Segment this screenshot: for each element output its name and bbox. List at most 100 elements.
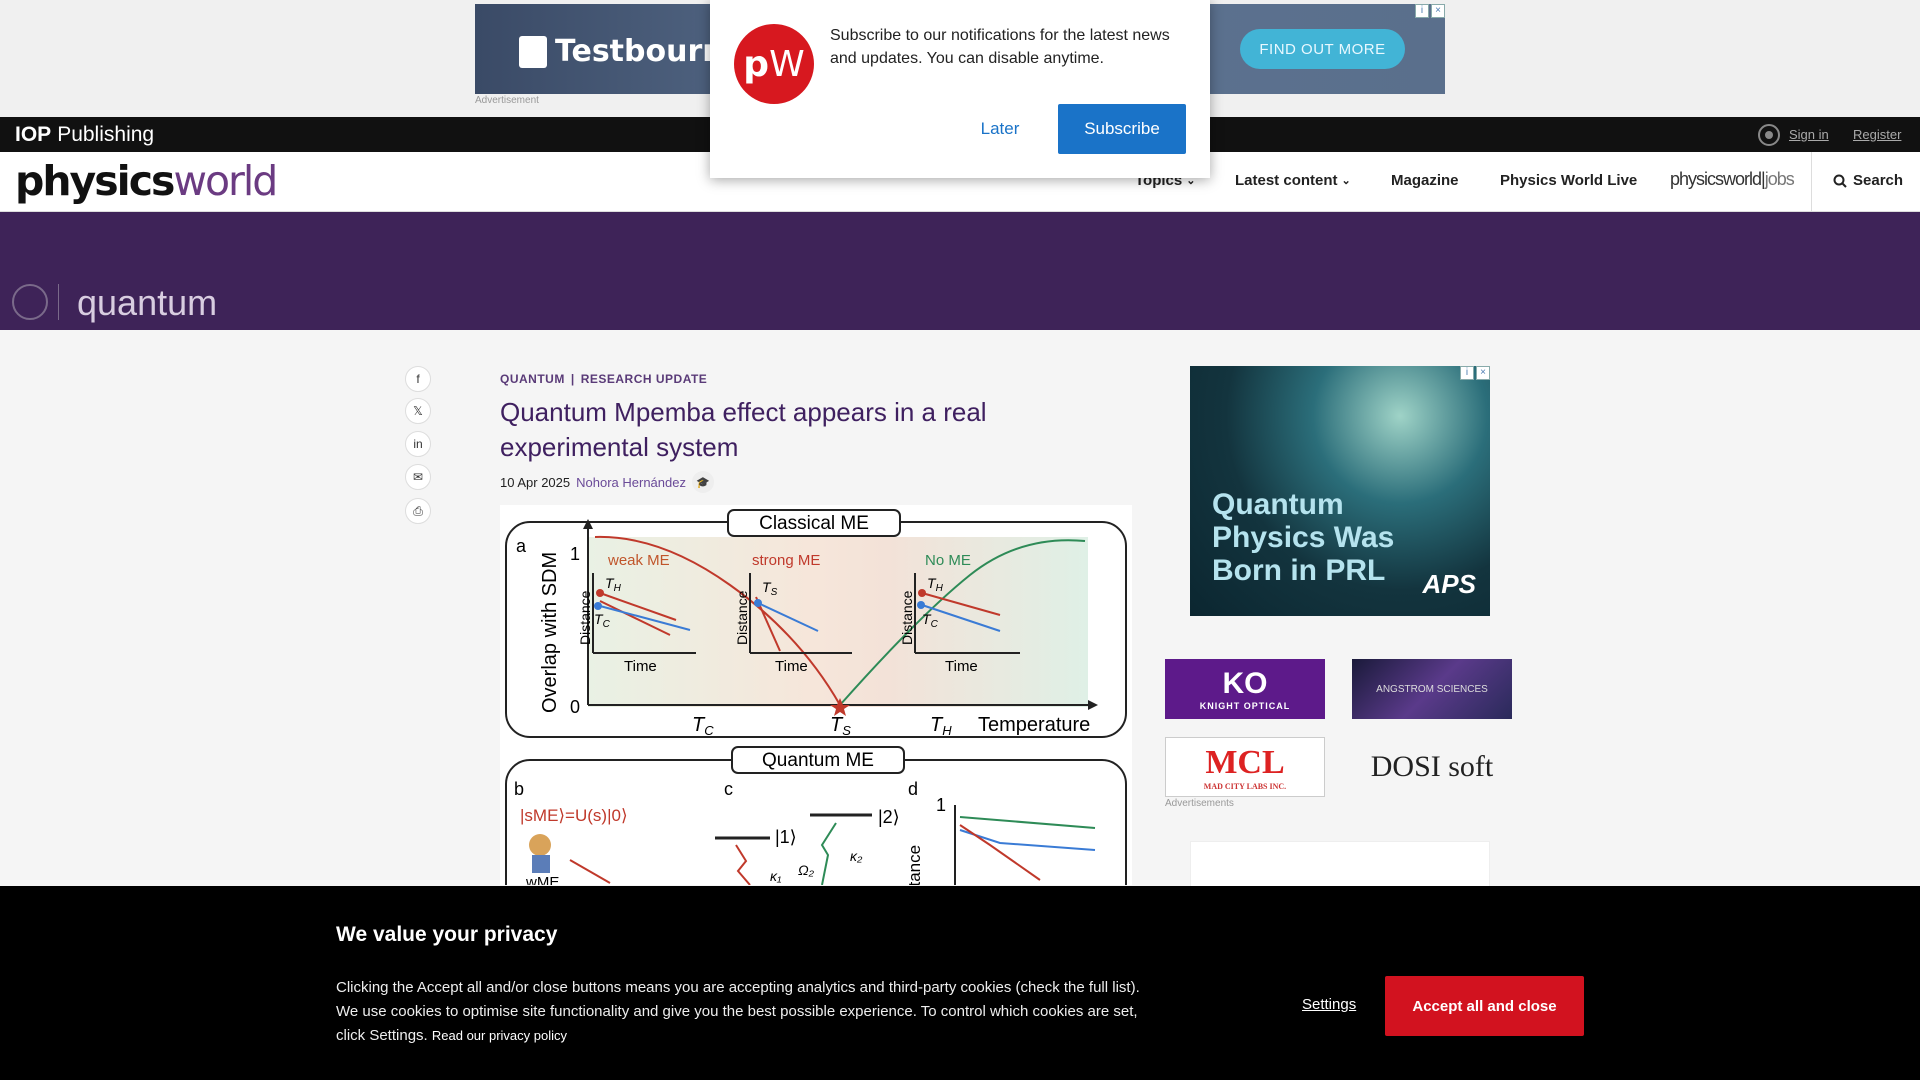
inset-strong-ylabel: Distance [734, 590, 750, 645]
iop-logo[interactable]: IOP Publishing [15, 123, 154, 147]
aps-ad-choices[interactable]: i × [1460, 366, 1490, 380]
logo-world: world [173, 157, 278, 205]
inset-weak-hot-dot [596, 589, 604, 597]
ads-label: Advertisements [1165, 798, 1234, 809]
angstrom-sciences-ad[interactable]: ANGSTROM SCIENCES [1352, 659, 1512, 719]
ket-1-label: |1⟩ [775, 827, 797, 847]
quantum-me-title: Quantum ME [762, 750, 874, 771]
aps-ad[interactable]: i × Quantum Physics Was Born in PRL APS [1190, 366, 1490, 616]
mad-city-labs-ad[interactable]: MCL MAD CITY LABS INC. [1165, 737, 1325, 797]
x-axis-arrow [1088, 700, 1098, 710]
y-axis-label: Overlap with SDM [539, 552, 561, 713]
ad-info-icon[interactable]: i [1460, 366, 1474, 380]
mcl-subtitle: MAD CITY LABS INC. [1203, 781, 1287, 791]
register-link[interactable]: Register [1853, 127, 1901, 142]
inset-weak-xlabel: Time [624, 658, 657, 675]
inset-noMe-tc-sub: C [931, 619, 939, 630]
later-button[interactable]: Later [940, 104, 1060, 154]
cookie-title: We value your privacy [336, 923, 558, 946]
inset-strong-title: strong ME [752, 552, 820, 569]
sme-state-label: |sME⟩=U(s)|0⟩ [520, 806, 628, 825]
search-icon [1833, 174, 1847, 188]
tick-tc-sub: C [704, 723, 714, 738]
ket-2-label: |2⟩ [878, 807, 900, 827]
section-title: quantum [77, 282, 218, 323]
inset-weak-tc-sub: C [603, 619, 611, 630]
panel-d-green-line [959, 816, 1096, 829]
section-banner: quantum [0, 212, 1920, 330]
nav-latest-content[interactable]: Latest content ⌄ [1235, 172, 1351, 189]
tick-ts-sub: S [842, 723, 851, 738]
print-icon[interactable]: ⎙ [405, 498, 431, 524]
category-link[interactable]: QUANTUM [500, 372, 565, 386]
nav-divider [1811, 152, 1812, 212]
inset-strong-xlabel: Time [775, 658, 808, 675]
classical-me-title: Classical ME [759, 513, 869, 534]
ad-label: Advertisement [475, 95, 539, 106]
knight-optical-ad[interactable]: KO KNIGHT OPTICAL [1165, 659, 1325, 719]
mcl-logo: MCL [1205, 743, 1285, 781]
ad-choices[interactable]: i × [1415, 4, 1445, 18]
physics-world-jobs-logo[interactable]: physicsworld|jobs [1670, 169, 1795, 190]
nav-physics-world-live[interactable]: Physics World Live [1500, 172, 1637, 189]
find-out-more-button[interactable]: FIND OUT MORE [1240, 29, 1405, 69]
panel-a-label: a [516, 536, 527, 556]
panel-d-label: d [908, 779, 918, 799]
omega-arrow [820, 822, 837, 886]
privacy-policy-link[interactable]: Read our privacy policy [432, 1028, 567, 1043]
angstrom-label: ANGSTROM SCIENCES [1376, 683, 1488, 695]
graduation-cap-icon: 🎓 [691, 471, 714, 493]
physics-world-badge-icon: pW [734, 24, 814, 104]
search-button[interactable]: Search [1833, 172, 1903, 189]
cookie-body: Clicking the Accept all and/or close but… [336, 976, 1166, 1048]
sign-in-link[interactable]: Sign in [1789, 127, 1829, 142]
ad-close-icon[interactable]: × [1476, 366, 1490, 380]
article-title: Quantum Mpemba effect appears in a real … [500, 397, 987, 462]
breadcrumb-separator: | [570, 372, 575, 386]
physics-world-logo[interactable]: physicsworld [15, 157, 278, 205]
ad-info-icon[interactable]: i [1415, 4, 1429, 18]
tick-th-sub: H [942, 723, 952, 738]
facebook-share-icon[interactable]: f [405, 366, 431, 392]
author-link[interactable]: Nohora Hernández [576, 475, 686, 490]
jobs-logo-label: jobs [1764, 169, 1795, 189]
cookie-settings-button[interactable]: Settings [1302, 996, 1356, 1013]
omega2-label: Ω₂ [798, 862, 815, 878]
aps-logo: APS [1422, 569, 1476, 599]
article-breadcrumb: QUANTUM | RESEARCH UPDATE [500, 372, 707, 386]
iop-logo-bold: IOP [15, 123, 52, 146]
inset-weak-title: weak ME [607, 552, 670, 569]
x-axis-label: Temperature [978, 714, 1090, 736]
wme-label: wME [525, 874, 559, 885]
nav-live-label: Physics World Live [1500, 172, 1638, 189]
badge-w: W [769, 43, 805, 85]
x-share-icon[interactable]: 𝕏 [405, 398, 431, 424]
inset-noMe-xlabel: Time [945, 658, 978, 675]
panel-b-label: b [514, 779, 524, 799]
panel-d-red-line [959, 824, 1041, 881]
inset-weak-ylabel: Distance [577, 590, 593, 645]
y-axis-zero: 0 [570, 697, 580, 717]
panel-b-arrow [569, 859, 611, 884]
banner-divider [58, 284, 59, 320]
panel-d-one: 1 [936, 795, 946, 815]
aps-ad-text: Quantum Physics Was Born in PRL [1212, 488, 1395, 587]
tick-ts: TS [830, 714, 851, 738]
inset-weak-cold-dot [594, 602, 602, 610]
mpemba-figure-svg: Classical ME a Overlap with SDM 1 0 TC T… [505, 509, 1127, 921]
section-seal-icon [12, 284, 48, 320]
kappa1-arrow [735, 844, 751, 886]
user-icon[interactable] [1758, 124, 1780, 146]
dosisoft-ad[interactable]: DOSI soft [1352, 737, 1512, 797]
cartoon-body [532, 855, 550, 873]
email-share-icon[interactable]: ✉ [405, 464, 431, 490]
linkedin-share-icon[interactable]: in [405, 431, 431, 457]
ad-close-icon[interactable]: × [1431, 4, 1445, 18]
nav-magazine[interactable]: Magazine [1391, 172, 1459, 189]
iop-logo-rest: Publishing [57, 123, 155, 146]
notification-prompt: pW Subscribe to our notifications for th… [710, 0, 1210, 178]
accept-all-button[interactable]: Accept all and close [1385, 976, 1584, 1036]
subscribe-button[interactable]: Subscribe [1058, 104, 1186, 154]
dosi-logo: DOSI soft [1370, 750, 1494, 783]
article-type-link[interactable]: RESEARCH UPDATE [581, 372, 708, 386]
